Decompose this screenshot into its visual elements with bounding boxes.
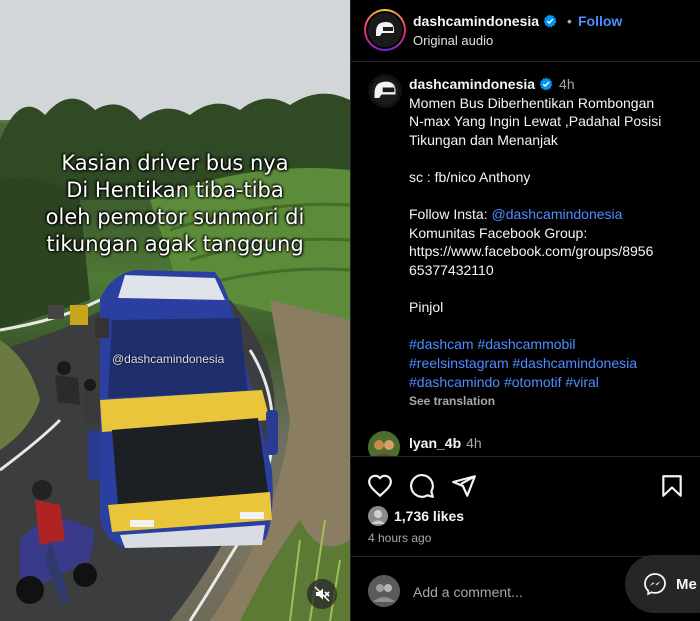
author-avatar[interactable] <box>364 9 406 51</box>
caption-line: Momen Bus Diberhentikan Rombongan <box>409 94 655 111</box>
author-username[interactable]: dashcamindonesia <box>413 13 557 29</box>
share-paper-plane-icon[interactable] <box>451 473 477 499</box>
hashtag-line[interactable]: #reelsinstagram #dashcamindonesia <box>409 354 694 373</box>
post-caption: dashcamindonesia 4h Momen Bus Diberhenti… <box>409 75 694 411</box>
original-audio-link[interactable]: Original audio <box>413 33 493 48</box>
see-translation-link[interactable]: See translation <box>409 392 694 411</box>
caption-username[interactable]: dashcamindonesia <box>409 76 535 92</box>
group-url-line: https://www.facebook.com/groups/8956 <box>409 243 654 260</box>
mute-button[interactable] <box>307 579 337 609</box>
post-header: dashcamindonesia • Follow Original audio <box>351 0 700 62</box>
avatar-photo-icon <box>368 506 388 526</box>
likes-row[interactable]: 1,736 likes <box>368 506 464 526</box>
reel-video[interactable]: Kasian driver bus nya Di Hentikan tiba-t… <box>0 0 350 621</box>
caption-author-avatar[interactable] <box>368 74 402 108</box>
like-heart-icon[interactable] <box>367 473 393 499</box>
likes-count[interactable]: 1,736 likes <box>394 508 464 524</box>
helmet-logo-icon <box>376 22 394 36</box>
add-comment-input[interactable] <box>413 581 603 603</box>
video-watermark: @dashcamindonesia <box>112 352 225 366</box>
caption-line: Tikungan dan Menanjak <box>409 131 558 148</box>
commenter-avatar[interactable] <box>368 431 400 456</box>
caption-time: 4h <box>559 76 575 92</box>
messenger-icon <box>644 573 666 596</box>
video-scene <box>0 0 350 621</box>
mention-link[interactable]: @dashcamindonesia <box>491 206 622 222</box>
hashtag-line[interactable]: #dashcam #dashcammobil <box>409 335 694 354</box>
post-timestamp[interactable]: 4 hours ago <box>368 531 431 545</box>
overlay-line: tikungan agak tanggung <box>46 232 304 256</box>
helmet-logo-icon <box>371 77 399 105</box>
caption-pinjol: Pinjol <box>409 299 444 316</box>
save-bookmark-icon[interactable] <box>659 473 685 499</box>
commenter-username[interactable]: lyan_4b <box>409 435 461 451</box>
verified-badge-icon <box>539 77 553 91</box>
messages-label: Me <box>676 575 697 593</box>
verified-badge-icon <box>543 14 557 28</box>
avatar-photo-icon <box>368 575 400 607</box>
post-panel: dashcamindonesia • Follow Original audio… <box>351 0 700 621</box>
avatar-photo-icon <box>368 431 400 456</box>
overlay-line: oleh pemotor sunmori di <box>45 205 305 229</box>
group-url-line: 65377432110 <box>409 261 494 278</box>
comment-time: 4h <box>466 435 482 451</box>
author-username-text[interactable]: dashcamindonesia <box>413 13 539 29</box>
post-actions: 1,736 likes 4 hours ago <box>351 456 700 556</box>
muted-speaker-icon <box>314 586 330 602</box>
comment-bubble-icon[interactable] <box>409 473 435 499</box>
overlay-line: Kasian driver bus nya <box>61 151 289 175</box>
video-caption-overlay: Kasian driver bus nya Di Hentikan tiba-t… <box>20 150 330 258</box>
liker-avatar <box>368 506 388 526</box>
overlay-line: Di Hentikan tiba-tiba <box>66 178 284 202</box>
current-user-avatar <box>368 575 400 607</box>
group-label: Komunitas Facebook Group: <box>409 224 588 241</box>
header-separator: • <box>567 13 572 29</box>
caption-line: N-max Yang Ingin Lewat ,Padahal Posisi <box>409 113 662 130</box>
follow-insta-label: Follow Insta: <box>409 206 492 223</box>
messages-button[interactable]: Me <box>625 555 700 613</box>
follow-button[interactable]: Follow <box>578 13 622 29</box>
caption-credit: sc : fb/nico Anthony <box>409 168 531 185</box>
comments-list[interactable]: dashcamindonesia 4h Momen Bus Diberhenti… <box>351 63 700 456</box>
hashtag-line[interactable]: #dashcamindo #otomotif #viral <box>409 373 694 392</box>
